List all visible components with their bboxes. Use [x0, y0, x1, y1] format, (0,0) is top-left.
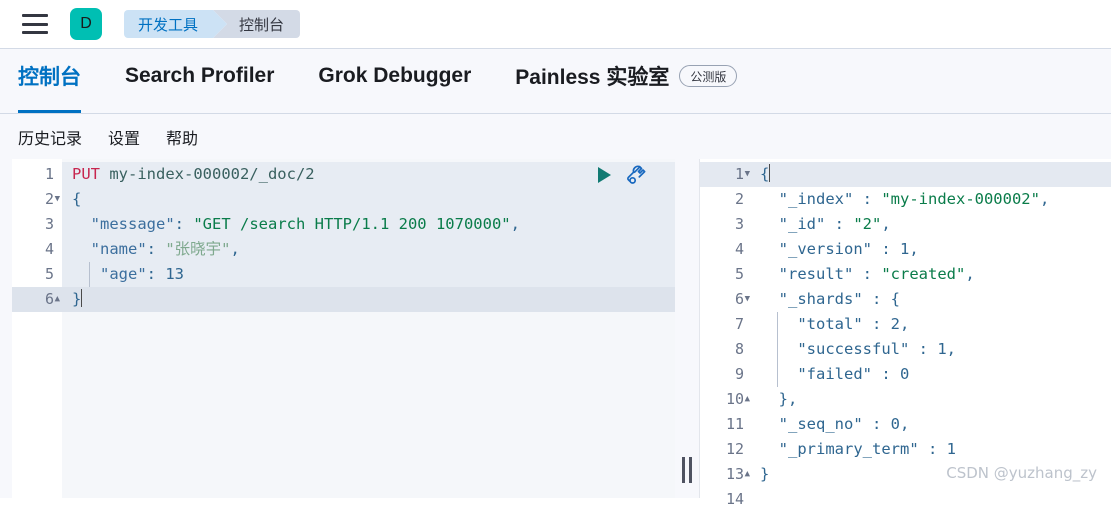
hamburger-menu-icon[interactable]	[22, 14, 48, 34]
console-body: 1 2 ▼ 3 4 5 6 ▲ PUT my-index-000002/_doc…	[0, 159, 1111, 508]
line-number: 7	[734, 315, 744, 333]
play-triangle-icon[interactable]	[593, 164, 615, 186]
fold-toggle-icon[interactable]: ▼	[745, 162, 750, 187]
submenu-item-help[interactable]: 帮助	[166, 125, 198, 149]
line-number: 5	[44, 265, 54, 283]
code-line: "total" : 2,	[797, 315, 910, 333]
avatar[interactable]: D	[70, 8, 102, 40]
status-badge: 公测版	[679, 65, 738, 87]
line-number: 4	[44, 240, 54, 258]
code-line: "result" : "created",	[778, 265, 975, 283]
code-line: "message": "GET /search HTTP/1.1 200 107…	[62, 212, 675, 237]
pane-splitter[interactable]	[675, 159, 699, 498]
line-number: 2	[734, 190, 744, 208]
response-viewer[interactable]: 1 ▼ 2 3 4 5 6 ▼ 7 8 9 10 ▲ 11 12 13 ▲ 14 { "…	[699, 159, 1111, 508]
breadcrumb-item-label: 开发工具	[138, 16, 199, 34]
line-number: 2 ▼	[12, 187, 62, 212]
code-line: "_primary_term" : 1	[778, 440, 956, 458]
tab-painless-lab[interactable]: Painless 实验室 公测版	[515, 49, 738, 113]
response-gutter: 1 ▼ 2 3 4 5 6 ▼ 7 8 9 10 ▲ 11 12 13 ▲ 14	[700, 159, 752, 508]
code-line: "_seq_no" : 0,	[778, 415, 910, 433]
code-line: {	[62, 187, 675, 212]
code-line: "_shards" : {	[778, 290, 901, 308]
line-number: 5	[734, 265, 744, 283]
request-editor[interactable]: 1 2 ▼ 3 4 5 6 ▲ PUT my-index-000002/_doc…	[0, 159, 675, 498]
app-header: D 开发工具 控制台	[0, 0, 1111, 49]
submenu-item-label: 设置	[108, 130, 141, 148]
line-number: 12	[725, 440, 744, 458]
response-code-area[interactable]: { "_index" : "my-index-000002", "_id" : …	[752, 159, 1111, 498]
tab-label: Search Profiler	[125, 64, 275, 87]
tab-search-profiler[interactable]: Search Profiler	[125, 49, 274, 113]
watermark: CSDN @yuzhang_zy	[946, 464, 1097, 482]
line-number: 6 ▼	[700, 287, 752, 312]
code-line: "_version" : 1,	[778, 240, 919, 258]
line-number: 8	[734, 340, 744, 358]
submenu-item-label: 历史记录	[18, 130, 83, 148]
code-line: },	[778, 390, 798, 408]
code-line: }	[62, 287, 675, 312]
tab-grok-debugger[interactable]: Grok Debugger	[318, 49, 471, 113]
code-line: "_id" : "2",	[778, 215, 891, 233]
line-number: 14	[725, 490, 744, 508]
line-number: 3	[44, 215, 54, 233]
fold-toggle-icon[interactable]: ▲	[55, 287, 60, 312]
fold-toggle-icon[interactable]: ▲	[745, 387, 750, 412]
drag-handle-icon[interactable]	[682, 457, 692, 483]
code-line: "_index" : "my-index-000002",	[778, 190, 1050, 208]
request-gutter: 1 2 ▼ 3 4 5 6 ▲	[12, 159, 62, 498]
tab-label: Grok Debugger	[318, 64, 472, 87]
line-number: 6 ▲	[12, 287, 62, 312]
line-number: 3	[734, 215, 744, 233]
code-line: PUT my-index-000002/_doc/2	[62, 162, 675, 187]
fold-toggle-icon[interactable]: ▲	[745, 462, 750, 487]
breadcrumb-item-dev-tools[interactable]: 开发工具	[124, 10, 228, 38]
breadcrumb-item-label: 控制台	[239, 16, 285, 34]
line-number: 11	[725, 415, 744, 433]
wrench-icon[interactable]	[625, 163, 649, 187]
request-code-area[interactable]: PUT my-index-000002/_doc/2 { "message": …	[62, 159, 675, 498]
line-number: 13 ▲	[700, 462, 752, 487]
code-line: "age": 13	[62, 262, 675, 287]
line-number: 1 ▼	[700, 162, 752, 187]
code-line: "name": "张晓宇",	[62, 237, 675, 262]
line-number: 10 ▲	[700, 387, 752, 412]
tab-label: Painless 实验室	[515, 66, 670, 89]
tab-bar: 控制台 Search Profiler Grok Debugger Painle…	[0, 49, 1111, 114]
code-line: "failed" : 0	[797, 365, 910, 383]
line-number: 1	[44, 165, 54, 183]
line-number: 4	[734, 240, 744, 258]
code-line: {	[752, 162, 1111, 187]
fold-toggle-icon[interactable]: ▼	[55, 187, 60, 212]
editor-actions	[593, 163, 649, 187]
submenu-item-settings[interactable]: 设置	[108, 125, 140, 149]
line-number: 9	[734, 365, 744, 383]
tab-label: 控制台	[18, 66, 81, 89]
submenu-item-label: 帮助	[166, 130, 199, 148]
tab-console[interactable]: 控制台	[18, 49, 81, 113]
code-line: "successful" : 1,	[797, 340, 956, 358]
submenu-item-history[interactable]: 历史记录	[18, 125, 82, 149]
breadcrumb: 开发工具 控制台	[124, 10, 301, 38]
fold-toggle-icon[interactable]: ▼	[745, 287, 750, 312]
console-submenu: 历史记录 设置 帮助	[0, 114, 1111, 159]
avatar-letter: D	[80, 15, 92, 32]
